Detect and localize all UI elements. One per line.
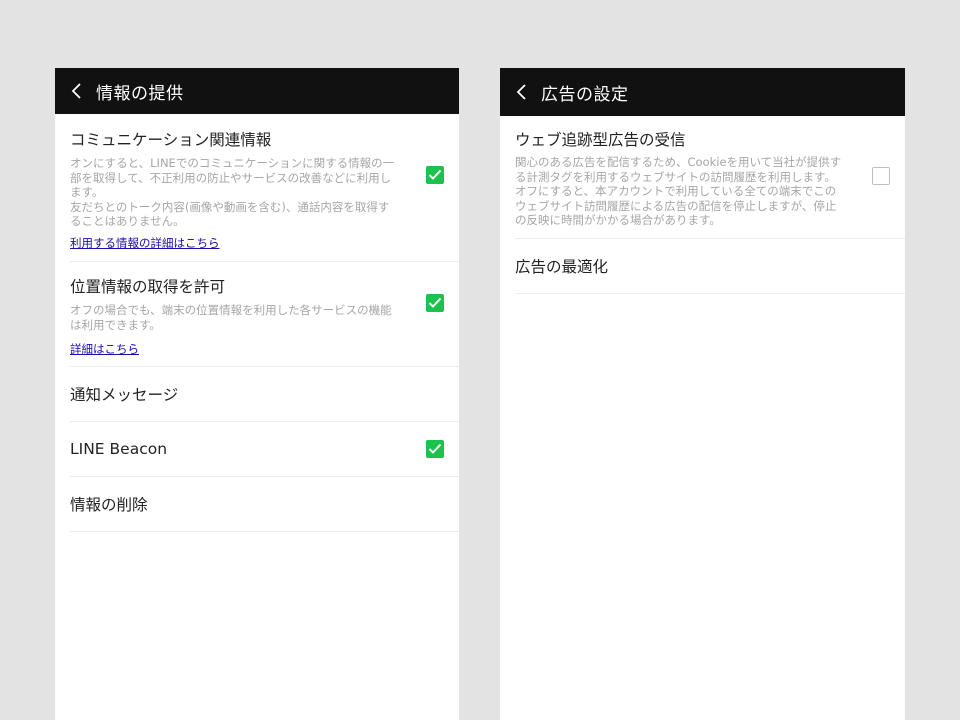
ad-optimization-label: 広告の最適化 <box>515 258 609 276</box>
communication-info-checkbox[interactable] <box>426 166 444 184</box>
communication-details-link[interactable]: 利用する情報の詳細はこちら <box>70 235 220 251</box>
checkmark-icon <box>428 443 442 454</box>
communication-info-setting[interactable]: コミュニケーション関連情報 オンにすると、LINEでのコミュニケーションに関する… <box>70 114 459 262</box>
page-title: 広告の設定 <box>541 84 629 105</box>
checkmark-icon <box>428 169 442 180</box>
info-provision-screen: 情報の提供 コミュニケーション関連情報 オンにすると、LINEでのコミュニケーシ… <box>55 68 459 720</box>
location-details-link[interactable]: 詳細はこちら <box>70 341 139 357</box>
communication-info-description: オンにすると、LINEでのコミュニケーションに関する情報の一 部を取得して、不正… <box>70 156 395 228</box>
line-beacon-label: LINE Beacon <box>70 440 168 458</box>
location-permission-checkbox[interactable] <box>426 294 444 312</box>
notification-messages-item[interactable]: 通知メッセージ <box>70 367 459 422</box>
web-tracking-ads-checkbox[interactable] <box>872 167 890 185</box>
ad-optimization-item[interactable]: 広告の最適化 <box>515 239 905 294</box>
web-tracking-ads-setting[interactable]: ウェブ追跡型広告の受信 関心のある広告を配信するため、Cookieを用いて当社が… <box>515 116 905 239</box>
delete-info-label: 情報の削除 <box>70 496 148 514</box>
line-beacon-setting[interactable]: LINE Beacon <box>70 422 459 477</box>
back-button[interactable] <box>55 68 95 114</box>
line-beacon-checkbox[interactable] <box>426 440 444 458</box>
header-bar: 情報の提供 <box>55 68 459 114</box>
web-tracking-ads-description: 関心のある広告を配信するため、Cookieを用いて当社が提供す る計測タグを利用… <box>515 155 842 227</box>
page-title: 情報の提供 <box>96 83 184 104</box>
location-permission-description: オフの場合でも、端末の位置情報を利用した各サービスの機能 は利用できます。 <box>70 303 392 332</box>
back-button[interactable] <box>500 68 540 116</box>
web-tracking-ads-title: ウェブ追跡型広告の受信 <box>515 131 686 149</box>
ad-settings-screen: 広告の設定 ウェブ追跡型広告の受信 関心のある広告を配信するため、Cookieを… <box>500 68 905 720</box>
location-permission-setting[interactable]: 位置情報の取得を許可 オフの場合でも、端末の位置情報を利用した各サービスの機能 … <box>70 262 459 367</box>
delete-info-item[interactable]: 情報の削除 <box>70 477 459 532</box>
location-permission-title: 位置情報の取得を許可 <box>70 278 226 296</box>
header-bar: 広告の設定 <box>500 68 905 116</box>
communication-info-title: コミュニケーション関連情報 <box>70 131 272 149</box>
chevron-left-icon <box>516 84 526 100</box>
notification-messages-label: 通知メッセージ <box>70 386 179 404</box>
chevron-left-icon <box>71 83 81 99</box>
checkmark-icon <box>428 297 442 308</box>
